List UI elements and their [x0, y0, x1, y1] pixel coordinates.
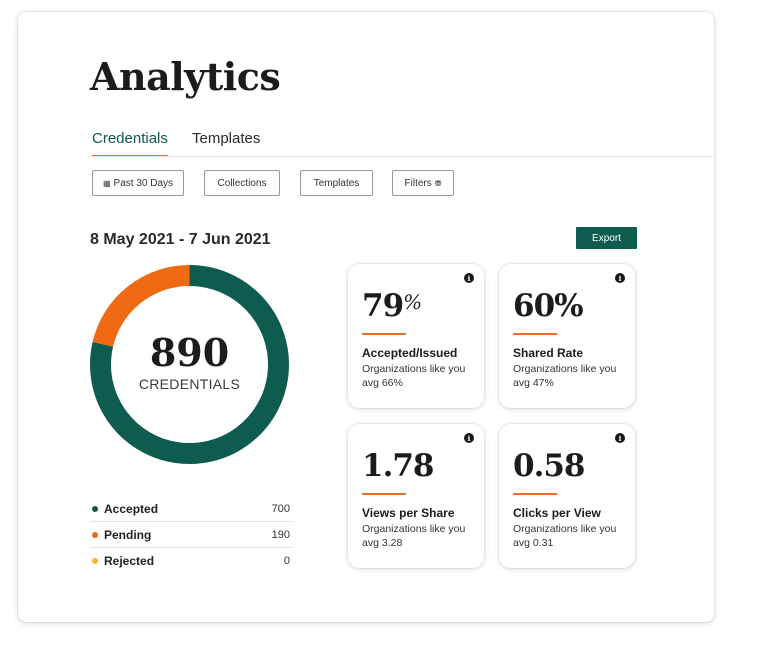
info-icon[interactable]: i	[615, 273, 625, 283]
filters-label: Filters	[404, 177, 432, 189]
metric-title: Shared Rate	[513, 346, 584, 360]
legend-item-pending: Pending 190	[90, 522, 292, 548]
date-range: 8 May 2021 - 7 Jun 2021	[90, 231, 271, 248]
legend-dot	[92, 531, 98, 538]
metric-title: Accepted/Issued	[362, 346, 458, 360]
legend-dot	[92, 505, 98, 512]
legend-item-rejected: Rejected 0	[90, 548, 292, 574]
donut-center: 890 CREDENTIALS	[88, 263, 291, 466]
legend-item-accepted: Accepted 700	[90, 496, 292, 522]
legend-label: Rejected	[104, 554, 155, 568]
metric-value: 79%	[362, 288, 422, 324]
tab-credentials[interactable]: Credentials	[92, 130, 168, 157]
filter-icon: ⛃	[434, 178, 442, 188]
legend-label: Accepted	[104, 501, 159, 516]
info-icon[interactable]: i	[464, 273, 474, 283]
metric-value: 60%	[513, 288, 584, 324]
collections-filter-button[interactable]: Collections	[204, 170, 280, 196]
metric-title: Clicks per View	[513, 506, 601, 520]
metric-value: 0.58	[513, 448, 586, 484]
metric-divider	[513, 493, 557, 495]
tab-divider	[90, 156, 714, 157]
period-filter-button[interactable]: ▦ Past 30 Days	[92, 170, 184, 196]
legend-dot	[92, 558, 98, 564]
metric-comparison: Organizations like you avg 0.31	[513, 523, 617, 549]
filters-button[interactable]: Filters ⛃	[392, 170, 454, 196]
metric-comparison: Organizations like you avg 66%	[362, 363, 466, 389]
legend-value: 190	[271, 528, 290, 541]
metric-card-views-per-share: i 1.78 Views per Share Organizations lik…	[348, 424, 484, 568]
metric-divider	[362, 493, 406, 495]
legend-label: Pending	[104, 527, 152, 542]
templates-filter-label: Templates	[313, 177, 360, 189]
donut-legend: Accepted 700 Pending 190 Rejected 0	[90, 496, 292, 574]
info-icon[interactable]: i	[464, 433, 474, 443]
donut-total: 890	[149, 329, 230, 375]
export-button[interactable]: Export	[576, 227, 637, 249]
tab-templates[interactable]: Templates	[192, 130, 260, 155]
metric-value: 1.78	[362, 448, 435, 484]
metric-card-shared-rate: i 60% Shared Rate Organizations like you…	[499, 264, 635, 408]
tab-bar: Credentials Templates	[90, 130, 714, 158]
metric-divider	[513, 333, 557, 335]
templates-filter-button[interactable]: Templates	[300, 170, 373, 196]
analytics-panel: Analytics Credentials Templates ▦ Past 3…	[18, 12, 714, 622]
info-icon[interactable]: i	[615, 433, 625, 443]
metric-comparison: Organizations like you avg 47%	[513, 363, 617, 389]
calendar-icon: ▦	[102, 178, 111, 188]
metric-card-accepted-issued: i 79% Accepted/Issued Organizations like…	[348, 264, 484, 408]
legend-value: 700	[271, 502, 290, 515]
page-title: Analytics	[90, 54, 281, 99]
metric-title: Views per Share	[362, 506, 455, 520]
legend-value: 0	[283, 555, 290, 567]
period-filter-label: Past 30 Days	[113, 177, 174, 189]
metric-comparison: Organizations like you avg 3.28	[362, 523, 466, 549]
credentials-donut-chart: 890 CREDENTIALS	[88, 263, 291, 466]
metric-card-clicks-per-view: i 0.58 Clicks per View Organizations lik…	[499, 424, 635, 568]
metric-divider	[362, 333, 406, 335]
donut-label: CREDENTIALS	[138, 375, 241, 392]
collections-filter-label: Collections	[217, 177, 267, 189]
